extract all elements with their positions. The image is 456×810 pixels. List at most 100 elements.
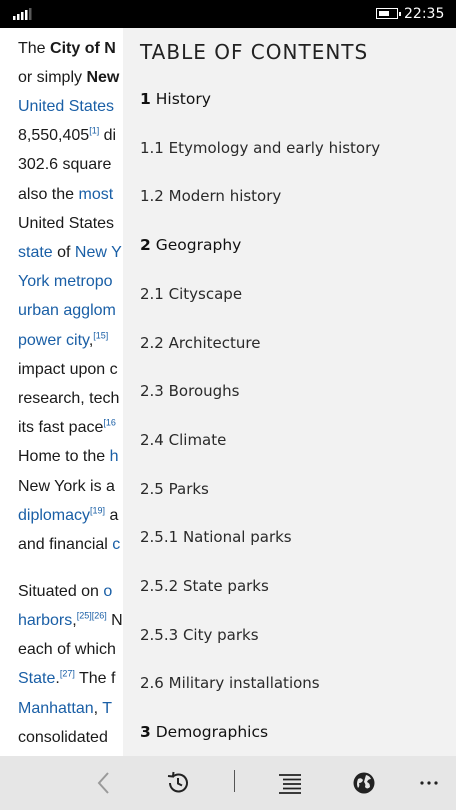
toc-item-label: National parks <box>182 528 292 547</box>
article-link[interactable]: c <box>112 536 120 553</box>
toc-item-number: 1.2 <box>140 187 164 206</box>
app-bar <box>0 756 456 810</box>
citation-link[interactable]: [25][26] <box>77 611 107 621</box>
article-text: or simply <box>18 69 87 86</box>
article-text: Situated on <box>18 583 104 600</box>
contents-button[interactable] <box>262 756 318 810</box>
toc-item-number: 2.5.1 <box>140 528 179 547</box>
article-link[interactable]: urban agglom <box>18 302 116 319</box>
article-text: and financial <box>18 536 113 553</box>
article-text: 302.6 square <box>18 156 112 173</box>
article-link[interactable]: diplomacy <box>18 507 90 524</box>
list-icon <box>279 774 301 794</box>
toc-item-number: 2.3 <box>140 382 164 401</box>
ellipsis-icon <box>420 781 438 785</box>
toc-item[interactable]: 3 Demographics <box>140 723 268 741</box>
toc-item[interactable]: 2.5.2 State parks <box>140 577 269 595</box>
toc-item[interactable]: 2 Geography <box>140 236 241 254</box>
table-of-contents-panel: TABLE OF CONTENTS 1 History 1.1 Etymology… <box>123 28 456 756</box>
toc-item[interactable]: 1.1 Etymology and early history <box>140 139 380 157</box>
toc-item-label: State parks <box>182 577 269 595</box>
article-text: New York is a <box>18 478 115 495</box>
toc-item[interactable]: 1.2 Modern history <box>140 187 281 205</box>
toc-item[interactable]: 2.3 Boroughs <box>140 382 239 400</box>
article-link[interactable]: New Y <box>75 244 122 261</box>
article-line: and financial c <box>18 536 120 554</box>
toc-item-number: 2.5.2 <box>140 577 179 595</box>
battery-icon <box>376 8 401 19</box>
toc-title: TABLE OF CONTENTS <box>140 40 369 64</box>
back-button[interactable] <box>76 756 132 810</box>
article-text: Home to the <box>18 448 110 465</box>
toc-item[interactable]: 2.5.3 City parks <box>140 626 259 644</box>
citation-link[interactable]: [19] <box>90 506 105 516</box>
article-text: research, tech <box>18 390 120 407</box>
article-text: United States <box>18 215 115 232</box>
article-text: The f <box>74 670 116 687</box>
citation-link[interactable]: [1] <box>89 126 99 136</box>
article-line: its fast pace[16 <box>18 418 116 437</box>
signal-strength-icon <box>13 8 32 20</box>
article-link[interactable]: h <box>110 448 119 465</box>
toc-item-number: 2.5 <box>140 479 164 498</box>
article-link[interactable]: o <box>103 583 112 600</box>
toc-item-number: 1.1 <box>140 138 164 157</box>
history-button[interactable] <box>150 756 206 810</box>
article-link[interactable]: United States <box>18 98 114 115</box>
article-link[interactable]: Manhattan <box>18 700 94 717</box>
citation-link[interactable]: [16 <box>103 418 116 428</box>
citation-link[interactable]: [15] <box>93 331 108 341</box>
article-link[interactable]: state <box>18 244 53 261</box>
toc-item-number: 2.6 <box>140 674 164 693</box>
article-line: power city,[15] <box>18 331 108 350</box>
article-text: a <box>105 507 119 524</box>
toc-item[interactable]: 2.5.1 National parks <box>140 528 292 546</box>
article-line: harbors,[25][26] N <box>18 611 123 630</box>
more-button[interactable] <box>401 756 456 810</box>
toc-item-number: 2.2 <box>140 333 164 352</box>
language-button[interactable] <box>336 756 392 810</box>
toc-item[interactable]: 2.4 Climate <box>140 431 226 449</box>
article-link[interactable]: most <box>78 186 113 203</box>
toc-item[interactable]: 2.6 Military installations <box>140 674 320 692</box>
article-link[interactable]: power city <box>18 332 89 349</box>
toc-item[interactable]: 2.2 Architecture <box>140 334 260 352</box>
toc-item[interactable]: 2.5 Parks <box>140 480 209 498</box>
article-text: of <box>52 244 75 261</box>
toc-item-label: Parks <box>168 479 209 498</box>
citation-link[interactable]: [27] <box>60 669 75 679</box>
toc-item[interactable]: 1 History <box>140 90 211 108</box>
article-text: impact upon c <box>18 361 118 378</box>
toc-item-label: Cityscape <box>168 284 243 303</box>
article-link[interactable]: York metropo <box>18 273 113 290</box>
article-text: City of N <box>50 40 116 57</box>
article-line: also the most <box>18 186 113 204</box>
article-text: New <box>86 69 120 86</box>
article-text: also the <box>18 186 79 203</box>
article-line: or simply New <box>18 69 119 87</box>
toc-item-number: 1 <box>140 90 151 108</box>
article-line: each of which <box>18 641 116 659</box>
toc-item-label: Military installations <box>168 674 320 693</box>
article-line: diplomacy[19] a <box>18 506 119 525</box>
article-text: 8,550,405 <box>18 127 90 144</box>
toc-item[interactable]: 2.1 Cityscape <box>140 285 242 303</box>
article-text: its fast pace <box>18 419 104 436</box>
article-line: United States <box>18 215 114 233</box>
toc-item-label: City parks <box>182 625 259 644</box>
article-text: each of which <box>18 641 116 658</box>
article-link[interactable]: State <box>18 670 55 687</box>
article-line: research, tech <box>18 390 119 408</box>
article-link[interactable]: harbors <box>18 612 72 629</box>
chevron-left-icon <box>97 772 109 794</box>
article-text: di <box>99 127 117 144</box>
article-line: Situated on o <box>18 583 112 601</box>
globe-icon <box>353 772 375 794</box>
toc-item-label: Architecture <box>168 333 261 352</box>
toc-item-label: Geography <box>155 236 242 255</box>
article-link[interactable]: T <box>102 700 112 717</box>
article-text: The <box>18 40 51 57</box>
toc-item-label: Demographics <box>155 723 269 742</box>
toc-item-number: 2 <box>140 236 151 255</box>
toc-item-label: Climate <box>168 430 227 449</box>
